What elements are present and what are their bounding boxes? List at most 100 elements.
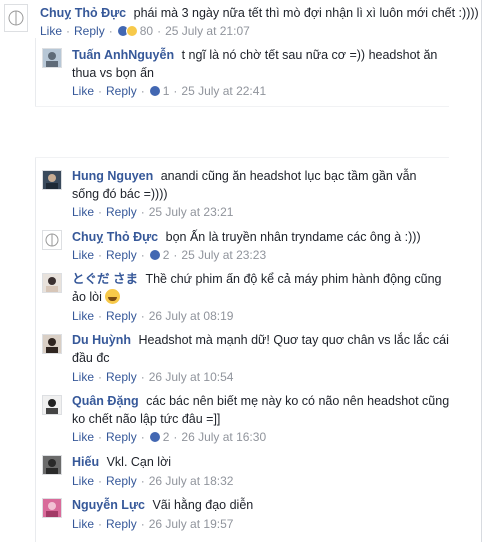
like-reaction-icon <box>148 249 161 261</box>
reply-button[interactable]: Reply <box>106 248 137 262</box>
like-button[interactable]: Like <box>72 517 94 531</box>
comment-timestamp[interactable]: 26 July at 10:54 <box>149 370 234 384</box>
avatar-nguyen-luc[interactable] <box>42 498 62 518</box>
panel-border <box>481 0 482 542</box>
like-button[interactable]: Like <box>72 370 94 384</box>
comment-author[interactable]: Hiếu <box>72 455 99 469</box>
comment-6: Quân Đặng các bác nên biết mẹ này ko có … <box>72 392 452 428</box>
comment-actions: Like · Reply · 25 July at 23:21 <box>72 205 233 219</box>
separator: · <box>140 474 145 488</box>
avatar-nguyen-luc-icon <box>43 499 61 517</box>
comment-actions: Like · Reply · 1 · 25 July at 22:41 <box>72 84 266 98</box>
comment-3: Chuỵ Thỏ Đực bọn Ấn là truyền nhân trynd… <box>72 228 452 246</box>
avatar-chuy-tho-duc[interactable] <box>4 4 28 32</box>
haha-reaction-icon <box>125 25 138 37</box>
comment-author[interactable]: とぐだ さま <box>72 272 138 286</box>
separator: · <box>173 84 178 98</box>
like-button[interactable]: Like <box>72 205 94 219</box>
comment-author[interactable]: Hung Nguyen <box>72 169 153 183</box>
comment-timestamp[interactable]: 25 July at 22:41 <box>181 84 266 98</box>
like-button[interactable]: Like <box>72 309 94 323</box>
separator: · <box>157 24 162 38</box>
reaction-count: 2 <box>162 430 170 444</box>
avatar-du-huynh[interactable] <box>42 334 62 354</box>
avatar-chuy-tho-duc-icon <box>45 233 59 247</box>
comment-author[interactable]: Du Huỳnh <box>72 333 131 347</box>
comment-timestamp[interactable]: 26 July at 08:19 <box>149 309 234 323</box>
separator: · <box>98 248 103 262</box>
comment-text: Vãi hằng đạo diễn <box>152 498 254 512</box>
reply-button[interactable]: Reply <box>106 309 137 323</box>
separator: · <box>98 474 103 488</box>
avatar-hieu-icon <box>43 456 61 474</box>
comment-2: Hung Nguyen anandi cũng ăn headshot lục … <box>72 167 432 203</box>
comment-author[interactable]: Tuấn AnhNguyễn <box>72 48 174 62</box>
comment-author[interactable]: Chuỵ Thỏ Đực <box>72 230 158 244</box>
avatar-chuy-tho-duc[interactable] <box>42 230 62 250</box>
comment-timestamp[interactable]: 26 July at 19:57 <box>149 517 234 531</box>
comment-author[interactable]: Chuỵ Thỏ Đực <box>40 6 126 20</box>
comment-actions: Like · Reply · 26 July at 10:54 <box>72 370 233 384</box>
comment-actions: Like · Reply · 26 July at 18:32 <box>72 474 233 488</box>
comment-timestamp[interactable]: 26 July at 18:32 <box>149 474 234 488</box>
comment-actions: Like · Reply · 2 · 25 July at 23:23 <box>72 248 266 262</box>
like-button[interactable]: Like <box>40 24 62 38</box>
reply-button[interactable]: Reply <box>74 24 105 38</box>
reply-button[interactable]: Reply <box>106 517 137 531</box>
reaction-count: 80 <box>139 24 154 38</box>
comment-4: とぐだ さま Thề chứ phim ấn độ kể cả máy phim… <box>72 270 452 306</box>
like-button[interactable]: Like <box>72 248 94 262</box>
separator: · <box>66 24 71 38</box>
comment-actions: Like · Reply · 26 July at 19:57 <box>72 517 233 531</box>
separator: · <box>140 248 145 262</box>
like-button[interactable]: Like <box>72 430 94 444</box>
separator: · <box>140 205 145 219</box>
reaction-summary[interactable]: 2 <box>148 248 170 262</box>
avatar-tuan-anh-nguyen[interactable] <box>42 48 62 68</box>
comment-author[interactable]: Quân Đặng <box>72 394 139 408</box>
separator: · <box>108 24 113 38</box>
avatar-toguda-sama-icon <box>43 274 61 292</box>
comment-author[interactable]: Nguyễn Lực <box>72 498 145 512</box>
comment-5: Du Huỳnh Headshot mà mạnh dữ! Quơ tay qu… <box>72 331 452 367</box>
comment-timestamp[interactable]: 25 July at 23:21 <box>149 205 234 219</box>
reaction-summary[interactable]: 80 <box>116 24 154 38</box>
reaction-count: 1 <box>162 84 170 98</box>
avatar-hieu[interactable] <box>42 455 62 475</box>
avatar-hung-nguyen-icon <box>43 171 61 189</box>
comment-timestamp[interactable]: 25 July at 21:07 <box>165 24 250 38</box>
reaction-count: 2 <box>162 248 170 262</box>
like-button[interactable]: Like <box>72 474 94 488</box>
separator: · <box>173 430 178 444</box>
separator: · <box>140 370 145 384</box>
blank-embed-area <box>35 106 449 158</box>
reply-button[interactable]: Reply <box>106 370 137 384</box>
avatar-hung-nguyen[interactable] <box>42 170 62 190</box>
separator: · <box>140 430 145 444</box>
reply-button[interactable]: Reply <box>106 205 137 219</box>
avatar-tuan-anh-nguyen-icon <box>43 49 61 67</box>
separator: · <box>140 84 145 98</box>
reaction-summary[interactable]: 1 <box>148 84 170 98</box>
reply-button[interactable]: Reply <box>106 474 137 488</box>
comment-timestamp[interactable]: 26 July at 16:30 <box>181 430 266 444</box>
comment-timestamp[interactable]: 25 July at 23:23 <box>181 248 266 262</box>
separator: · <box>140 517 145 531</box>
like-button[interactable]: Like <box>72 84 94 98</box>
comment-text: phái mà 3 ngày nữa tết thì mò đợi nhận l… <box>133 6 479 20</box>
separator: · <box>98 430 103 444</box>
separator: · <box>98 205 103 219</box>
comment-text: Vkl. Cạn lời <box>106 455 172 469</box>
separator: · <box>98 309 103 323</box>
avatar-toguda-sama[interactable] <box>42 273 62 293</box>
avatar-quan-dang[interactable] <box>42 395 62 415</box>
comment-7: Hiếu Vkl. Cạn lời <box>72 453 452 471</box>
reply-button[interactable]: Reply <box>106 84 137 98</box>
separator: · <box>98 84 103 98</box>
comment-actions: Like · Reply · 26 July at 08:19 <box>72 309 233 323</box>
like-reaction-icon <box>148 85 161 97</box>
reaction-summary[interactable]: 2 <box>148 430 170 444</box>
comment-8: Nguyễn Lực Vãi hằng đạo diễn <box>72 496 452 514</box>
comment-text: bọn Ấn là truyền nhân tryndame các ông à… <box>165 230 421 244</box>
reply-button[interactable]: Reply <box>106 430 137 444</box>
